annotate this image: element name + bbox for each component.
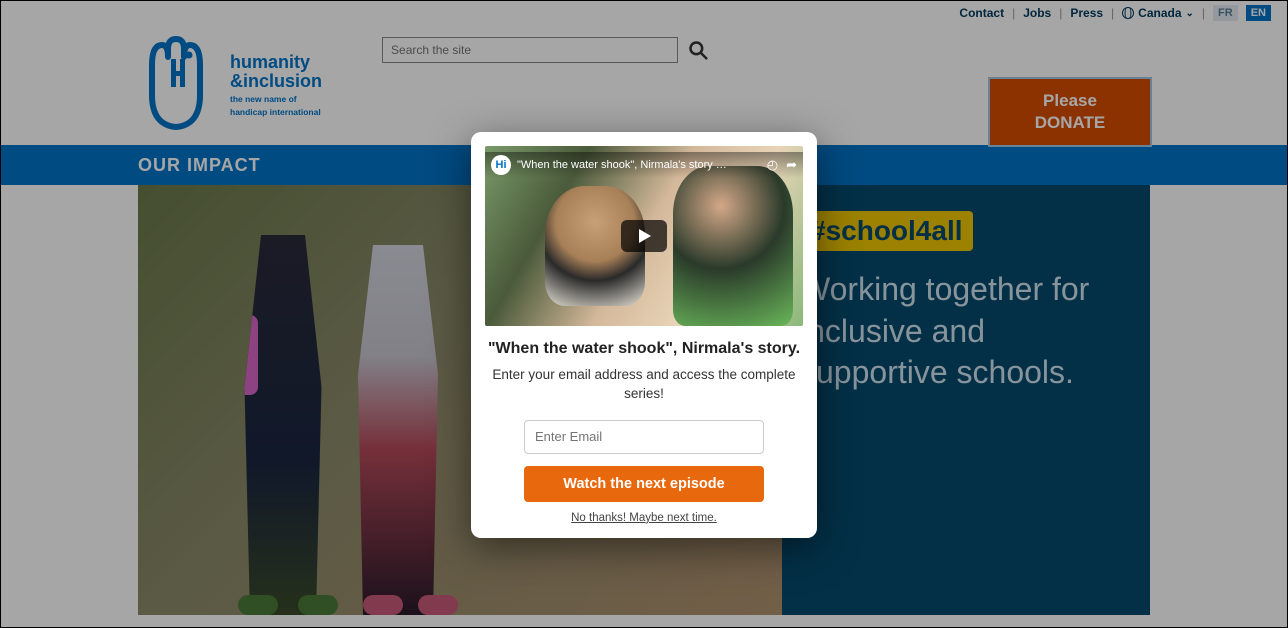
share-icon[interactable]: ➦ [786, 157, 797, 173]
video-thumbnail[interactable]: Hi "When the water shook", Nirmala's sto… [485, 146, 803, 326]
video-modal: Hi "When the water shook", Nirmala's sto… [471, 132, 817, 538]
watch-next-button[interactable]: Watch the next episode [524, 466, 764, 502]
modal-subtext: Enter your email address and access the … [485, 366, 803, 404]
video-controls: ◴ ➦ [767, 157, 797, 173]
video-header: Hi "When the water shook", Nirmala's sto… [485, 152, 803, 178]
hi-logo-icon: Hi [491, 155, 511, 175]
modal-heading: "When the water shook", Nirmala's story. [485, 340, 803, 358]
video-title: "When the water shook", Nirmala's story … [517, 159, 727, 171]
person-figure [673, 166, 793, 326]
dismiss-link[interactable]: No thanks! Maybe next time. [485, 512, 803, 524]
watch-later-icon[interactable]: ◴ [767, 157, 778, 173]
email-field[interactable] [524, 420, 764, 454]
play-icon[interactable] [621, 220, 667, 252]
